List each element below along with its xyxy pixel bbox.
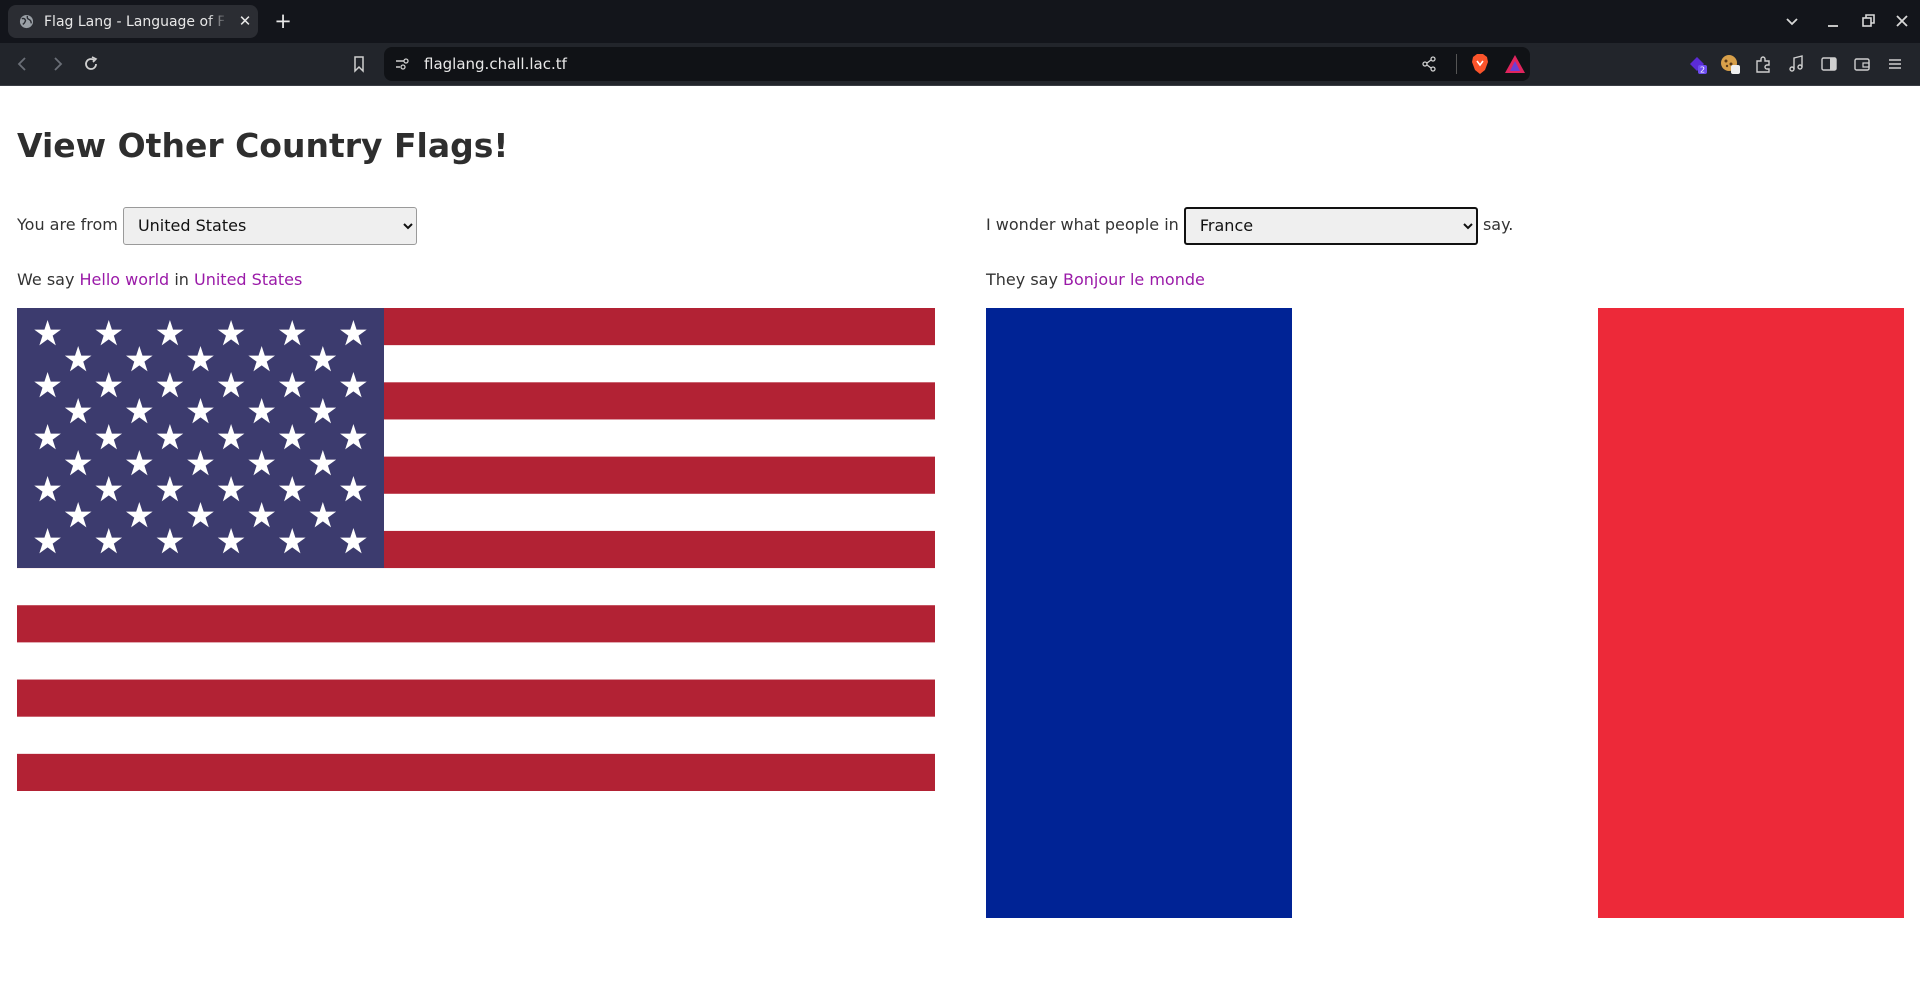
brave-rewards-icon[interactable] — [1504, 54, 1526, 74]
browser-toolbar: flaglang.chall.lac.tf 2 — [0, 43, 1920, 86]
target-label: I wonder what people in — [986, 215, 1179, 234]
page-content: View Other Country Flags! You are from U… — [0, 86, 1920, 1000]
origin-country-link[interactable]: United States — [194, 270, 302, 289]
us-red-stripe — [17, 679, 935, 717]
tab-strip: Flag Lang - Language of Flags ✕ + — [0, 0, 1920, 43]
chevron-down-icon[interactable] — [1780, 9, 1804, 33]
back-icon[interactable] — [12, 53, 34, 75]
us-red-stripe — [17, 753, 935, 791]
cookie-icon[interactable] — [1719, 53, 1741, 75]
share-icon[interactable] — [1420, 55, 1438, 73]
united-states-flag — [17, 308, 935, 791]
origin-greeting-link[interactable]: Hello world — [80, 270, 170, 289]
window-close-icon[interactable] — [1890, 9, 1914, 33]
browser-tab[interactable]: Flag Lang - Language of Flags ✕ — [8, 5, 258, 38]
extension-icon[interactable]: 2 — [1686, 53, 1708, 75]
address-bar[interactable]: flaglang.chall.lac.tf — [384, 47, 1530, 81]
target-country-row: I wonder what people in France say. — [986, 206, 1513, 245]
in-label: in — [174, 270, 189, 289]
origin-greeting-row: We say Hello world in United States — [17, 270, 302, 290]
close-icon[interactable]: ✕ — [238, 13, 252, 29]
page-title: View Other Country Flags! — [17, 126, 509, 165]
france-flag — [986, 308, 1904, 918]
brave-shield-icon[interactable] — [1470, 53, 1490, 75]
target-country-select[interactable]: France — [1183, 206, 1478, 245]
say-label: say. — [1482, 215, 1514, 234]
plus-icon[interactable]: + — [274, 9, 292, 33]
wallet-icon[interactable] — [1851, 53, 1873, 75]
bookmark-icon[interactable] — [348, 53, 370, 75]
fr-blue-band — [986, 308, 1292, 918]
restore-icon[interactable] — [1856, 9, 1880, 33]
us-red-stripe — [17, 605, 935, 643]
reload-icon[interactable] — [80, 53, 102, 75]
globe-icon — [19, 14, 34, 29]
url-separator — [1456, 54, 1457, 74]
fr-white-band — [1292, 308, 1598, 918]
site-settings-icon[interactable] — [394, 56, 410, 72]
music-icon[interactable] — [1785, 53, 1807, 75]
origin-label: You are from — [17, 215, 118, 234]
fr-red-band — [1598, 308, 1904, 918]
minimize-icon[interactable] — [1821, 9, 1845, 33]
we-say-label: We say — [17, 270, 75, 289]
target-greeting-link[interactable]: Bonjour le monde — [1063, 270, 1205, 289]
origin-country-row: You are from United States — [17, 206, 417, 245]
url-text[interactable]: flaglang.chall.lac.tf — [424, 54, 567, 74]
forward-icon[interactable] — [46, 53, 68, 75]
target-greeting-row: They say Bonjour le monde — [986, 270, 1205, 290]
extension-badge: 2 — [1700, 66, 1705, 75]
origin-country-select[interactable]: United States — [122, 206, 417, 245]
menu-icon[interactable] — [1884, 53, 1906, 75]
sidebar-icon[interactable] — [1818, 53, 1840, 75]
tab-title-fade — [208, 10, 228, 34]
tab-title: Flag Lang - Language of Flags — [44, 14, 224, 30]
they-say-label: They say — [986, 270, 1058, 289]
puzzle-icon[interactable] — [1752, 53, 1774, 75]
